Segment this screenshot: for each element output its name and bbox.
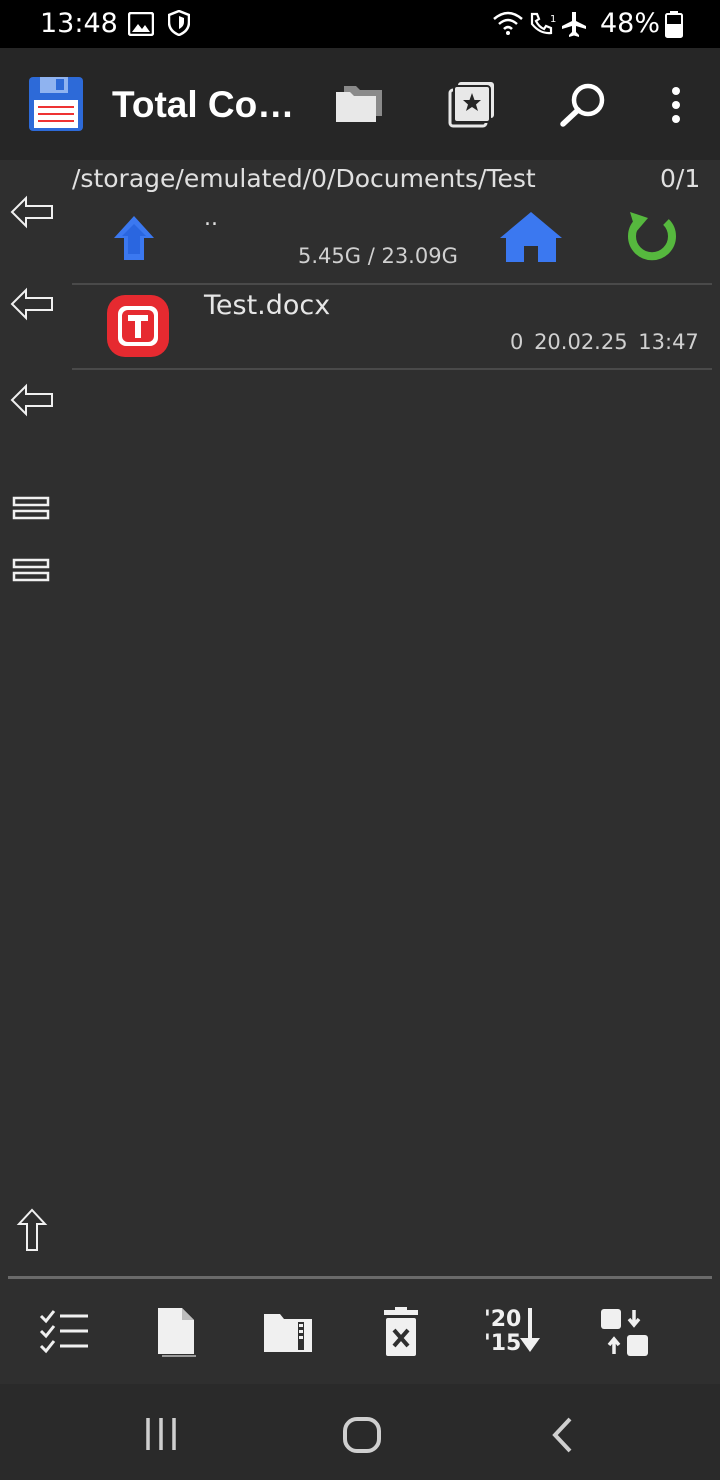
battery-icon (665, 11, 683, 38)
save-icon[interactable] (28, 76, 84, 132)
status-time: 13:48 (40, 8, 118, 39)
file-meta: 0 20.02.25 13:47 (510, 330, 699, 354)
equal-lines-icon[interactable] (8, 484, 56, 532)
shield-icon (168, 10, 190, 36)
home-button-icon[interactable] (342, 1416, 382, 1454)
swap-panels-icon[interactable] (600, 1308, 650, 1358)
delete-icon[interactable] (380, 1306, 422, 1358)
file-date: 20.02.25 (534, 330, 628, 354)
airplane-icon (562, 12, 586, 37)
current-path[interactable]: /storage/emulated/0/Documents/Test (72, 164, 536, 193)
parent-directory-entry[interactable]: .. (204, 206, 218, 231)
system-nav-bar (0, 1384, 720, 1480)
toolbar-divider (8, 1276, 712, 1279)
divider (72, 368, 712, 370)
refresh-icon[interactable] (624, 208, 680, 266)
app-title: Total Co… (112, 84, 295, 125)
archive-folder-icon[interactable] (262, 1310, 314, 1354)
selection-count: 0/1 (660, 164, 701, 193)
sort-by-date-icon[interactable]: '20 '15 (480, 1304, 542, 1356)
search-icon[interactable] (558, 82, 608, 128)
gallery-icon (128, 12, 154, 36)
wifi-icon (493, 11, 523, 35)
recent-apps-icon[interactable] (142, 1416, 180, 1452)
back-arrow-icon[interactable] (8, 280, 56, 328)
wifi-calling-icon: 1 (530, 12, 556, 35)
home-icon[interactable] (498, 210, 564, 264)
new-file-icon[interactable] (156, 1306, 198, 1358)
select-multiple-icon[interactable] (38, 1306, 90, 1354)
parent-folder-up-icon[interactable] (112, 214, 156, 264)
svg-text:'15: '15 (484, 1331, 521, 1356)
file-name[interactable]: Test.docx (204, 290, 330, 321)
battery-percent: 48% (600, 8, 661, 39)
file-size: 0 (510, 330, 524, 354)
up-arrow-icon[interactable] (8, 1206, 56, 1254)
equal-lines-icon[interactable] (8, 546, 56, 594)
bookmarks-icon[interactable] (448, 80, 496, 128)
file-time: 13:47 (638, 330, 699, 354)
back-arrow-icon[interactable] (8, 376, 56, 424)
svg-text:1: 1 (550, 14, 556, 25)
status-bar: 13:48 1 48% (0, 0, 720, 48)
disk-space: 5.45G / 23.09G (298, 244, 458, 268)
back-button-icon[interactable] (548, 1416, 578, 1454)
folders-icon[interactable] (334, 82, 386, 126)
app-bar: Total Co… (0, 48, 720, 160)
more-vert-icon[interactable] (666, 86, 686, 124)
svg-text:'20: '20 (484, 1307, 521, 1332)
back-arrow-icon[interactable] (8, 188, 56, 236)
document-app-icon (107, 295, 169, 357)
